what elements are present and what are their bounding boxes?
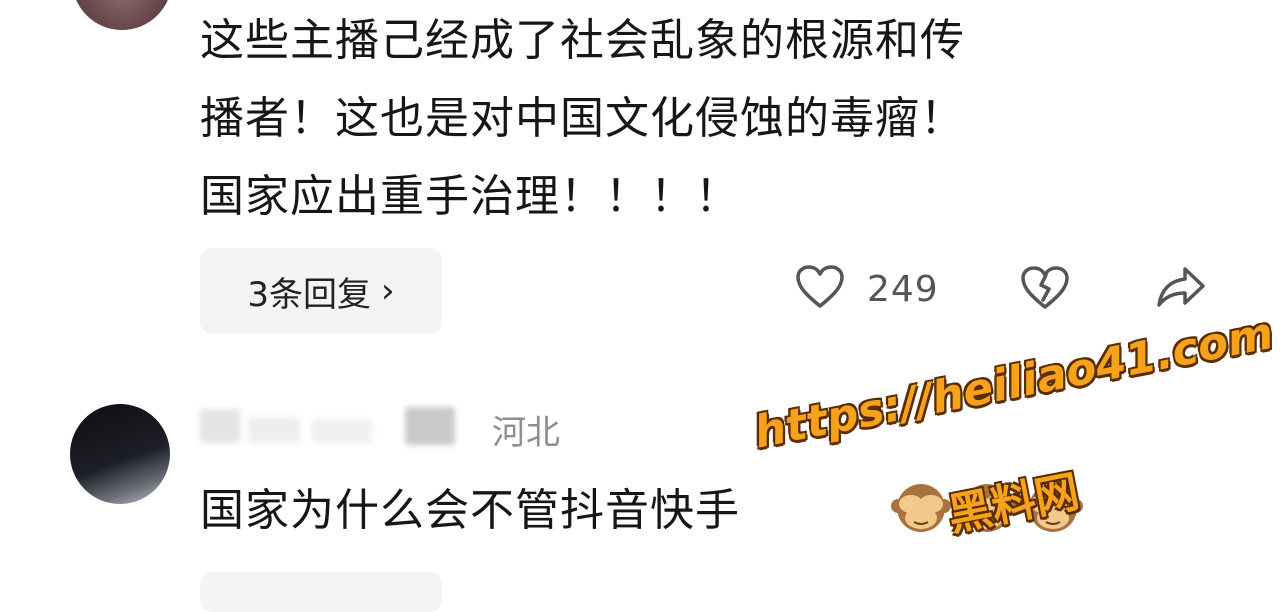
blurred-username[interactable]: [200, 405, 460, 445]
comment-text: 国家为什么会不管抖音快手: [200, 485, 740, 536]
like-button[interactable]: 249: [795, 264, 939, 314]
comment-text-line: 这些主播己经成了社会乱象的根源和传: [200, 15, 965, 66]
blur-block: [200, 409, 240, 443]
blur-block: [405, 407, 455, 445]
blur-block: [248, 417, 300, 443]
comment-text-line: 国家应出重手治理！！！！: [200, 171, 740, 222]
heart-icon: [795, 264, 845, 314]
like-count: 249: [867, 268, 939, 310]
user-location: 河北: [492, 413, 560, 453]
comment-text-line: 播者！这也是对中国文化侵蚀的毒瘤！: [200, 93, 965, 144]
view-replies-button[interactable]: 3条回复 ›: [200, 248, 442, 334]
dislike-button[interactable]: [1020, 264, 1070, 316]
share-button[interactable]: [1155, 264, 1207, 314]
share-arrow-icon: [1155, 264, 1207, 314]
view-replies-button[interactable]: [200, 572, 442, 612]
user-avatar[interactable]: [70, 404, 170, 504]
watermark-url: https://heiliao41.com: [750, 307, 1278, 459]
blur-block: [312, 419, 372, 443]
chevron-right-icon: ›: [381, 271, 395, 311]
replies-label: 3条回复: [247, 274, 372, 315]
user-avatar[interactable]: [72, 0, 172, 30]
broken-heart-icon: [1020, 264, 1070, 316]
